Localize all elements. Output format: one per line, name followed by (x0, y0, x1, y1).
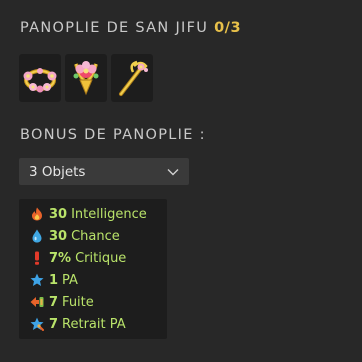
set-panel: PANOPLIE DE SAN JIFU 0/3 BONUS DE PANOPL… (0, 0, 362, 362)
item-slot-staff[interactable] (111, 54, 153, 102)
set-count: 0/3 (214, 20, 242, 36)
bonus-stats-list: 30 Intelligence 30 Chance 7% Critique 1 … (19, 199, 167, 339)
exclamation-icon (30, 251, 44, 265)
bonus-stat-pa: 1 PA (30, 271, 78, 289)
bonus-stat-critique: 7% Critique (30, 249, 126, 267)
star-remove-icon (30, 317, 44, 331)
set-name: PANOPLIE DE SAN JIFU (20, 20, 209, 36)
flower-crown-icon (23, 68, 57, 93)
select-value: 3 Objets (29, 163, 86, 180)
bonus-stat-fuite: 7 Fuite (30, 293, 94, 311)
bonus-stat-intelligence: 30 Intelligence (30, 205, 147, 223)
water-drop-icon (30, 229, 44, 243)
bonus-item-count-select[interactable]: 3 Objets (19, 158, 189, 185)
flower-amulet-icon (73, 61, 99, 96)
fire-icon (30, 207, 44, 221)
golden-staff-icon (119, 60, 148, 96)
bonus-stat-retrait-pa: 7 Retrait PA (30, 315, 126, 333)
flee-icon (30, 295, 44, 309)
item-slot-amulet[interactable] (65, 54, 107, 102)
set-items (19, 54, 153, 102)
bonus-stat-chance: 30 Chance (30, 227, 120, 245)
item-slot-crown[interactable] (19, 54, 61, 102)
set-title: PANOPLIE DE SAN JIFU 0/3 (20, 20, 241, 36)
star-icon (30, 273, 44, 287)
bonus-title: BONUS DE PANOPLIE : (20, 127, 206, 143)
chevron-down-icon (167, 168, 179, 175)
